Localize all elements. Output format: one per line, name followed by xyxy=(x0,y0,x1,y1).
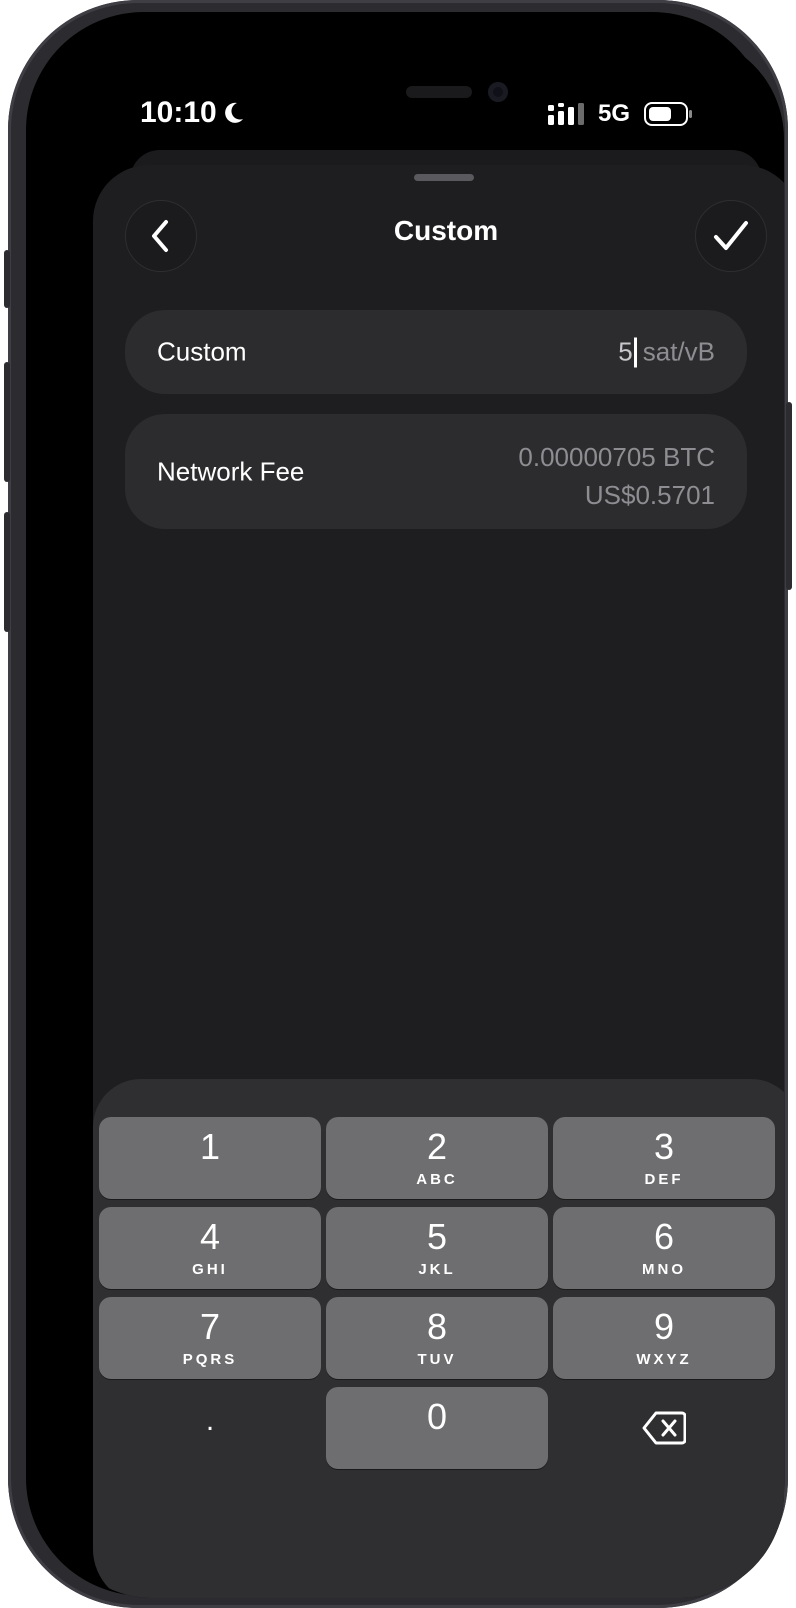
key-0[interactable]: 0 xyxy=(326,1387,548,1469)
page-title: Custom xyxy=(393,215,499,246)
phone-frame: 10:10 5G Custom Custom 5 sat/vB Network … xyxy=(4,0,792,1608)
bezel: 10:10 5G Custom Custom 5 sat/vB Network … xyxy=(26,12,784,1598)
key-letters: DEF xyxy=(644,1171,684,1188)
sheet-grabber[interactable] xyxy=(414,174,474,181)
key-digit: . xyxy=(205,1404,215,1437)
key-letters: GHI xyxy=(192,1261,228,1278)
key-letters: JKL xyxy=(418,1261,456,1278)
fee-usd-amount: US$0.5701 xyxy=(584,480,715,510)
key-letters: TUV xyxy=(417,1351,457,1368)
key-letters: ABC xyxy=(416,1171,458,1188)
key-digit: 2 xyxy=(426,1126,448,1167)
key-2[interactable]: 2 ABC xyxy=(326,1117,548,1199)
status-right: 5G xyxy=(547,100,694,128)
key-digit: 9 xyxy=(653,1306,675,1347)
key-digit: 1 xyxy=(199,1126,221,1167)
key-decimal[interactable]: . xyxy=(99,1387,321,1469)
fee-rate-value: 5 xyxy=(618,336,633,367)
key-digit: 4 xyxy=(199,1216,221,1257)
power-button xyxy=(786,402,792,590)
key-8[interactable]: 8 TUV xyxy=(326,1297,548,1379)
key-digit: 8 xyxy=(426,1306,448,1347)
key-digit: 7 xyxy=(199,1306,221,1347)
key-9[interactable]: 9 WXYZ xyxy=(553,1297,775,1379)
network-fee-row: Network Fee 0.00000705 BTC US$0.5701 xyxy=(125,414,747,529)
fee-rate-input[interactable]: 5 sat/vB xyxy=(618,337,715,368)
key-digit: 6 xyxy=(653,1216,675,1257)
network-fee-amounts: 0.00000705 BTC US$0.5701 xyxy=(518,438,715,514)
key-6[interactable]: 6 MNO xyxy=(553,1207,775,1289)
status-time: 10:10 xyxy=(140,96,245,130)
custom-fee-sheet: Custom Custom 5 sat/vB Network Fee 0.000… xyxy=(93,165,784,1598)
fee-rate-unit: sat/vB xyxy=(642,336,715,367)
network-label: 5G xyxy=(597,100,630,127)
key-letters: PQRS xyxy=(182,1351,238,1368)
numeric-keypad: 1 2 ABC 3 DEF 4 GHI 5 JKL 6 MNO 7 PQRS 8… xyxy=(93,1079,784,1598)
speaker xyxy=(406,86,472,98)
signal-icon xyxy=(547,103,584,125)
key-delete[interactable] xyxy=(553,1387,775,1469)
screen: 10:10 5G Custom Custom 5 sat/vB Network … xyxy=(48,34,784,1598)
key-digit: 0 xyxy=(426,1396,448,1437)
time-label: 10:10 xyxy=(140,96,217,129)
key-digit: 3 xyxy=(653,1126,675,1167)
key-5[interactable]: 5 JKL xyxy=(326,1207,548,1289)
network-fee-label: Network Fee xyxy=(157,456,305,486)
custom-fee-row[interactable]: Custom 5 sat/vB xyxy=(125,310,747,394)
volume-down-button xyxy=(4,512,10,632)
moon-icon xyxy=(224,102,243,123)
key-letters: WXYZ xyxy=(636,1351,692,1368)
volume-up-button xyxy=(4,362,10,482)
checkmark-icon xyxy=(714,221,748,250)
backspace-icon xyxy=(642,1411,687,1445)
silent-switch xyxy=(4,250,10,308)
key-3[interactable]: 3 DEF xyxy=(553,1117,775,1199)
custom-fee-label: Custom xyxy=(157,336,247,367)
key-digit: 5 xyxy=(426,1216,448,1257)
battery-icon xyxy=(644,102,692,126)
key-letters: MNO xyxy=(642,1261,686,1278)
key-7[interactable]: 7 PQRS xyxy=(99,1297,321,1379)
camera xyxy=(488,82,508,102)
key-4[interactable]: 4 GHI xyxy=(99,1207,321,1289)
confirm-button[interactable] xyxy=(695,200,767,272)
key-1[interactable]: 1 xyxy=(99,1117,321,1199)
text-caret xyxy=(633,337,637,367)
fee-btc-amount: 0.00000705 BTC xyxy=(518,442,715,472)
